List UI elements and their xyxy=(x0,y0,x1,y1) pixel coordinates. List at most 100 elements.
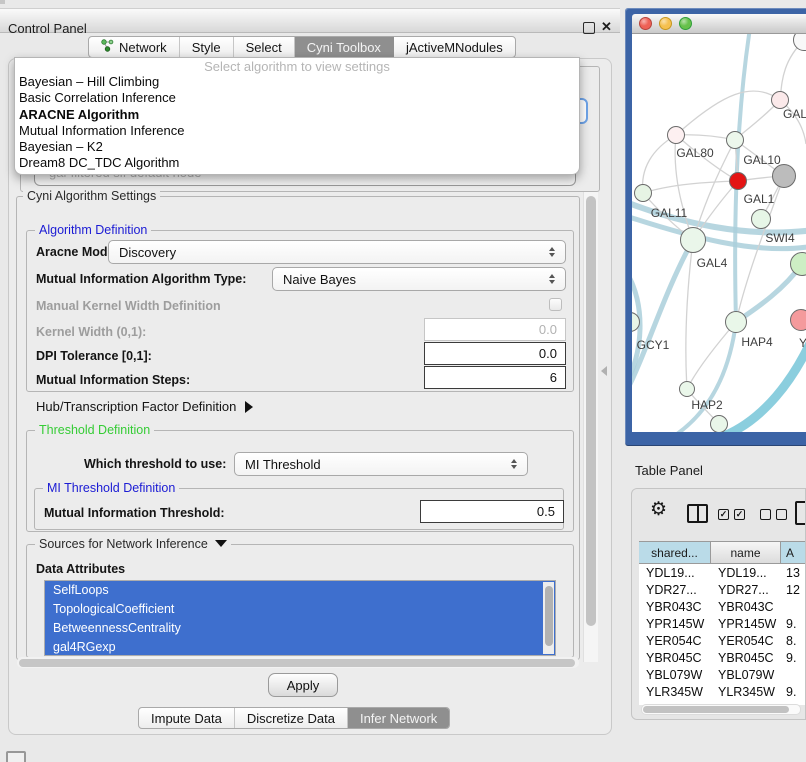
columns-icon[interactable] xyxy=(687,504,708,523)
tab-label: Select xyxy=(246,40,282,55)
close-panel-icon[interactable]: ✕ xyxy=(601,19,612,35)
network-node[interactable] xyxy=(726,131,744,149)
algorithm-option[interactable]: Basic Correlation Inference xyxy=(15,90,579,106)
collapsed-panel-icon[interactable] xyxy=(6,751,26,762)
table-row[interactable]: YBR043CYBR043C xyxy=(639,598,806,615)
which-threshold-combobox[interactable]: MI Threshold xyxy=(234,452,528,476)
tab-network[interactable]: Network xyxy=(89,37,180,57)
bottom-tabbar: Impute DataDiscretize DataInfer Network xyxy=(138,707,450,729)
network-node[interactable] xyxy=(725,311,747,333)
deselect-all-icon[interactable] xyxy=(760,509,771,520)
network-node[interactable] xyxy=(729,172,747,190)
tab-style[interactable]: Style xyxy=(180,37,234,57)
scrollbar-thumb[interactable] xyxy=(643,706,789,713)
column-header-3[interactable]: A xyxy=(781,542,806,563)
attribute-list-item[interactable]: gal4RGexp xyxy=(45,638,555,656)
tab-cyni-toolbox[interactable]: Cyni Toolbox xyxy=(295,37,394,57)
apply-button[interactable]: Apply xyxy=(268,673,338,697)
table-row[interactable]: YER054CYER054C8. xyxy=(639,632,806,649)
combo-stepper-icon xyxy=(511,459,517,469)
panel-splitter-handle[interactable] xyxy=(601,366,607,376)
network-view-canvas[interactable]: GALGAL80GAL10GAL1GAL11SWI4GAL4GCY1HAP4YH… xyxy=(632,34,806,432)
collapse-arrow-icon[interactable] xyxy=(215,540,227,547)
mi-steps-field[interactable]: 6 xyxy=(424,366,566,389)
network-window[interactable]: GALGAL80GAL10GAL1GAL11SWI4GAL4GCY1HAP4YH… xyxy=(625,8,806,446)
mi-threshold-field[interactable]: 0.5 xyxy=(420,500,564,523)
algorithm-dropdown-list: Select algorithm to view settings Bayesi… xyxy=(14,57,580,175)
table-cell: YLR345W xyxy=(711,685,781,699)
table-cell: YBR045C xyxy=(711,651,781,665)
tab-label: Style xyxy=(192,40,221,55)
aracne-mode-combobox[interactable]: Discovery xyxy=(108,240,566,264)
hub-definition-expander[interactable]: Hub/Transcription Factor Definition xyxy=(36,399,253,414)
select-all-icon[interactable]: ✓ xyxy=(718,509,729,520)
algorithm-option[interactable]: ARACNE Algorithm xyxy=(15,107,579,123)
table-cell: 9. xyxy=(781,617,806,631)
node-label: GAL11 xyxy=(651,206,687,220)
data-attributes-list[interactable]: SelfLoopsTopologicalCoefficientBetweenne… xyxy=(44,580,556,656)
mi-type-combobox[interactable]: Naive Bayes xyxy=(272,267,566,291)
network-node[interactable] xyxy=(790,309,806,331)
table-row[interactable]: YLR345WYLR345W9. xyxy=(639,683,806,700)
which-threshold-value: MI Threshold xyxy=(245,457,321,472)
table-horizontal-scrollbar[interactable] xyxy=(641,704,801,715)
deselect-all-icon[interactable] xyxy=(776,509,787,520)
network-node[interactable] xyxy=(667,126,685,144)
select-all-icon[interactable]: ✓ xyxy=(734,509,745,520)
threshold-definition-legend: Threshold Definition xyxy=(35,423,154,437)
hub-definition-label: Hub/Transcription Factor Definition xyxy=(36,399,236,414)
data-attributes-label: Data Attributes xyxy=(36,562,125,576)
scrollbar-thumb[interactable] xyxy=(586,196,596,626)
table-row[interactable]: YPR145WYPR145W9. xyxy=(639,615,806,632)
tab-jactivemnodules[interactable]: jActiveMNodules xyxy=(394,37,515,57)
file-icon[interactable] xyxy=(795,501,806,525)
scrollbar-thumb[interactable] xyxy=(19,659,575,667)
table-row[interactable]: YBL079WYBL079W xyxy=(639,666,806,683)
network-node[interactable] xyxy=(680,227,706,253)
network-node[interactable] xyxy=(751,209,771,229)
expand-arrow-icon[interactable] xyxy=(245,401,253,413)
close-window-icon[interactable] xyxy=(639,17,652,30)
attribute-list-scrollbar[interactable] xyxy=(543,582,554,654)
table-cell: YBL079W xyxy=(639,668,711,682)
tab-label: Cyni Toolbox xyxy=(307,40,381,55)
attribute-list-item[interactable]: TopologicalCoefficient xyxy=(45,600,555,619)
network-icon xyxy=(101,39,114,55)
table-cell: YDL19... xyxy=(711,566,781,580)
algorithm-option[interactable]: Mutual Information Inference xyxy=(15,123,579,139)
minimize-window-icon[interactable] xyxy=(659,17,672,30)
column-header-1[interactable]: shared... xyxy=(639,542,711,563)
algorithm-option[interactable]: Dream8 DC_TDC Algorithm xyxy=(15,155,579,171)
table-row[interactable]: YDL19...YDL19...13 xyxy=(639,564,806,581)
tab-impute-data[interactable]: Impute Data xyxy=(139,708,235,728)
network-node[interactable] xyxy=(710,415,728,432)
manual-kernel-checkbox[interactable] xyxy=(549,298,562,311)
column-header-2[interactable]: name xyxy=(711,542,781,563)
network-node[interactable] xyxy=(679,381,695,397)
kernel-width-field[interactable]: 0.0 xyxy=(424,318,566,341)
algorithm-option[interactable]: Bayesian – K2 xyxy=(15,139,579,155)
float-window-icon[interactable] xyxy=(583,22,595,34)
sources-legend: Sources for Network Inference xyxy=(35,537,231,551)
kernel-width-label: Kernel Width (0,1): xyxy=(36,325,146,339)
table-row[interactable]: YDR27...YDR27...12 xyxy=(639,581,806,598)
dpi-tolerance-field[interactable]: 0.0 xyxy=(424,342,566,365)
network-window-titlebar[interactable] xyxy=(632,14,806,34)
tab-select[interactable]: Select xyxy=(234,37,295,57)
table-cell: YER054C xyxy=(711,634,781,648)
table-cell: YER054C xyxy=(639,634,711,648)
zoom-window-icon[interactable] xyxy=(679,17,692,30)
tab-discretize-data[interactable]: Discretize Data xyxy=(235,708,348,728)
attribute-list-item[interactable]: BetweennessCentrality xyxy=(45,619,555,638)
network-node[interactable] xyxy=(634,184,652,202)
node-label: HAP2 xyxy=(691,398,722,412)
table-cell: 13 xyxy=(781,566,806,580)
table-row[interactable]: YBR045CYBR045C9. xyxy=(639,649,806,666)
tab-infer-network[interactable]: Infer Network xyxy=(348,708,449,728)
network-node[interactable] xyxy=(772,164,796,188)
gear-icon[interactable]: ⚙ xyxy=(650,498,667,521)
scrollbar-thumb[interactable] xyxy=(545,586,553,646)
attribute-list-item[interactable]: SelfLoops xyxy=(45,581,555,600)
table-cell: YDR27... xyxy=(639,583,711,597)
algorithm-option[interactable]: Bayesian – Hill Climbing xyxy=(15,74,579,90)
